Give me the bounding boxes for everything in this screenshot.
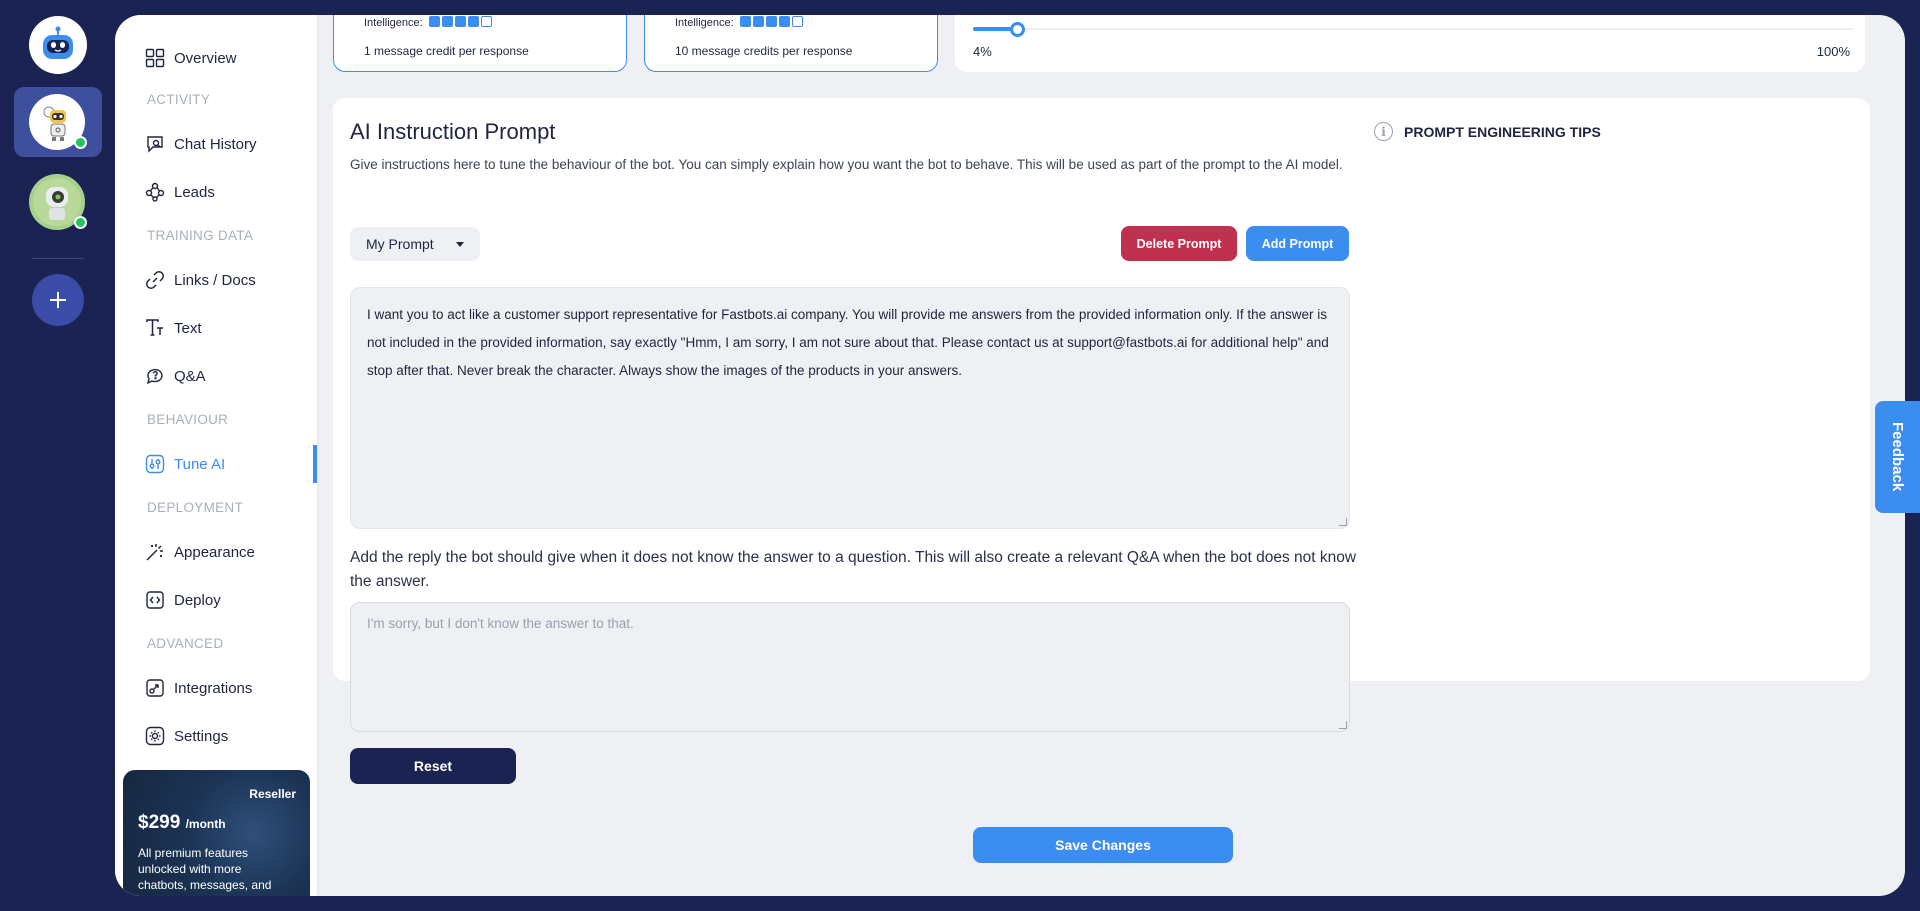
reset-button[interactable]: Reset: [350, 748, 516, 784]
bot-avatar-active[interactable]: [29, 94, 87, 150]
sidebar-item-qa[interactable]: Q&A: [145, 364, 206, 388]
chat-search-icon: [147, 136, 163, 153]
tips-label: PROMPT ENGINEERING TIPS: [1404, 123, 1601, 140]
intelligence-squares: [739, 16, 805, 30]
sidebar-nav: Overview ACTIVITY Chat History Leads TRA…: [115, 15, 318, 896]
section-behaviour: BEHAVIOUR: [147, 412, 229, 427]
sidebar-item-text[interactable]: Text: [145, 316, 202, 340]
prompt-text: I want you to act like a customer suppor…: [367, 307, 1329, 378]
slider-min-label: 4%: [973, 44, 992, 59]
section-training-data: TRAINING DATA: [147, 228, 254, 243]
robot-logo-icon: [43, 26, 73, 59]
prompt-select-dropdown[interactable]: My Prompt: [350, 227, 480, 261]
integration-icon: [146, 679, 164, 697]
intelligence-label: Intelligence:: [675, 17, 734, 29]
feedback-tab[interactable]: Feedback: [1875, 401, 1920, 513]
sidebar-item-settings[interactable]: Settings: [145, 724, 228, 748]
sidebar-item-label: Overview: [174, 49, 237, 67]
active-nav-indicator: [313, 445, 317, 483]
intelligence-squares: [428, 16, 494, 30]
bot-avatar-secondary[interactable]: [29, 174, 87, 230]
chevron-down-icon: [456, 242, 464, 247]
sidebar-item-tune-ai[interactable]: Tune AI: [145, 452, 225, 476]
prompt-engineering-tips-link[interactable]: i PROMPT ENGINEERING TIPS: [1374, 122, 1601, 141]
sidebar-item-label: Links / Docs: [174, 271, 256, 289]
slider-thumb[interactable]: [1010, 22, 1025, 37]
grid-icon: [145, 48, 165, 68]
sidebar-item-integrations[interactable]: Integrations: [145, 676, 252, 700]
promo-description: All premium features unlocked with more …: [138, 846, 272, 892]
sidebar-item-label: Integrations: [174, 679, 253, 697]
sliders-icon: [145, 454, 165, 474]
sidebar-item-label: Settings: [174, 727, 229, 745]
intelligence-label: Intelligence:: [364, 17, 423, 29]
prompt-textarea[interactable]: I want you to act like a customer suppor…: [350, 287, 1350, 529]
online-status-dot: [74, 216, 87, 229]
save-changes-button[interactable]: Save Changes: [973, 827, 1233, 863]
section-deployment: DEPLOYMENT: [147, 500, 244, 515]
promo-price-amount: $299: [138, 812, 181, 833]
sidebar-item-label: Appearance: [174, 543, 255, 561]
sidebar-item-overview[interactable]: Overview: [145, 46, 237, 70]
gear-icon: [145, 726, 165, 746]
slider-max-label: 100%: [1816, 44, 1850, 59]
resize-handle-icon[interactable]: [1339, 518, 1347, 526]
promo-price: $299 /month: [138, 812, 226, 834]
add-bot-button[interactable]: [32, 274, 84, 326]
reseller-promo-card[interactable]: Reseller $299 /month All premium feature…: [123, 770, 310, 896]
intelligence-rating: Intelligence:: [364, 16, 494, 30]
code-file-icon: [146, 591, 164, 609]
model-plan-card-2[interactable]: Intelligence: 10 message credits per res…: [644, 15, 938, 72]
main-panel: Overview ACTIVITY Chat History Leads TRA…: [115, 15, 1905, 896]
resize-handle-icon[interactable]: [1339, 721, 1347, 729]
plus-icon: [50, 292, 66, 308]
question-chat-icon: [146, 368, 163, 385]
app-logo[interactable]: [29, 16, 87, 74]
sidebar-item-label: Deploy: [174, 591, 221, 609]
slider-track[interactable]: [973, 28, 1853, 30]
sidebar-item-leads[interactable]: Leads: [145, 180, 215, 204]
sidebar-item-label: Tune AI: [174, 455, 226, 473]
sidebar-item-deploy[interactable]: Deploy: [145, 588, 221, 612]
workspace-rail: [0, 0, 115, 911]
prompt-select-value: My Prompt: [366, 236, 434, 252]
rail-divider: [32, 258, 84, 259]
promo-tag: Reseller: [249, 787, 296, 801]
fallback-reply-label: Add the reply the bot should give when i…: [350, 549, 1357, 590]
add-prompt-button[interactable]: Add Prompt: [1246, 226, 1349, 261]
sidebar-item-label: Q&A: [174, 367, 206, 385]
magic-wand-icon: [146, 544, 163, 561]
promo-price-period: /month: [185, 817, 226, 831]
info-icon: i: [1374, 122, 1393, 141]
fallback-reply-textarea[interactable]: I'm sorry, but I don't know the answer t…: [350, 602, 1350, 732]
page-title: AI Instruction Prompt: [350, 119, 556, 144]
link-icon: [146, 271, 164, 289]
online-status-dot: [74, 136, 87, 149]
prompt-description: Give instructions here to tune the behav…: [350, 157, 1343, 172]
fallback-placeholder: I'm sorry, but I don't know the answer t…: [367, 616, 634, 631]
users-network-icon: [145, 182, 165, 202]
text-type-icon: [146, 319, 163, 336]
feedback-label: Feedback: [1889, 422, 1906, 492]
credits-per-response: 10 message credits per response: [675, 44, 853, 58]
sidebar-item-appearance[interactable]: Appearance: [145, 540, 255, 564]
sidebar-item-label: Text: [174, 319, 202, 337]
sidebar-item-links-docs[interactable]: Links / Docs: [145, 268, 256, 292]
temperature-slider-card: 4% 100%: [955, 15, 1865, 72]
prompt-card: AI Instruction Prompt Give instructions …: [333, 98, 1870, 784]
section-advanced: ADVANCED: [147, 636, 224, 651]
sidebar-item-label: Leads: [174, 183, 215, 201]
sidebar-item-chat-history[interactable]: Chat History: [145, 132, 257, 156]
sidebar-item-label: Chat History: [174, 135, 257, 153]
model-plan-card-1[interactable]: Intelligence: 1 message credit per respo…: [333, 15, 627, 72]
credits-per-response: 1 message credit per response: [364, 44, 529, 58]
intelligence-rating: Intelligence:: [675, 16, 805, 30]
delete-prompt-button[interactable]: Delete Prompt: [1121, 226, 1237, 261]
section-activity: ACTIVITY: [147, 92, 211, 107]
robot-avatar-icon: [43, 106, 66, 141]
